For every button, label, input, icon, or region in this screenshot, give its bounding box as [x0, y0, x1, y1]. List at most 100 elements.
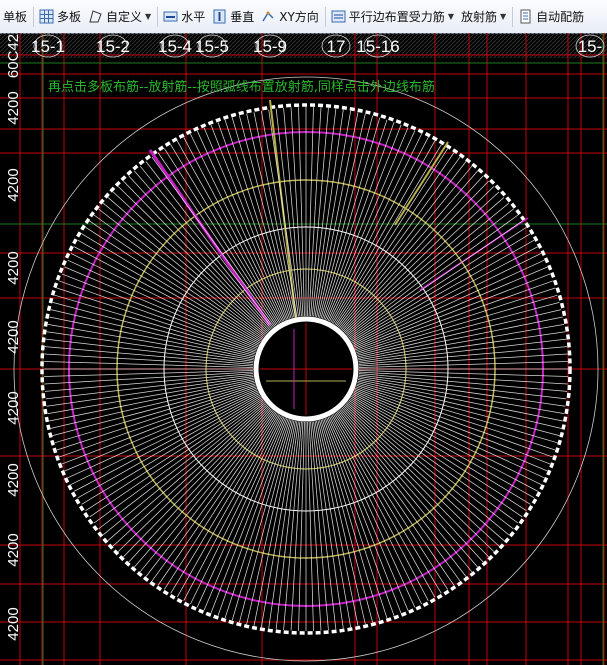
- rebar-ray: [354, 390, 545, 479]
- rebar-ray: [45, 374, 254, 400]
- left-axis-label: 4200: [5, 391, 22, 424]
- left-axis-label: 4200: [5, 463, 22, 496]
- rebar-ray: [275, 108, 301, 317]
- rebar-ray: [67, 259, 258, 348]
- rebar-ray: [54, 383, 256, 444]
- rebar-ray: [327, 417, 416, 608]
- rebar-ray: [311, 421, 337, 630]
- rebar-ray: [358, 338, 567, 364]
- rebar-ray: [331, 414, 436, 598]
- horizontal-icon: [163, 9, 178, 24]
- toolbar-button-2[interactable]: 自定义 ▼: [85, 5, 154, 29]
- rebar-ray: [196, 417, 285, 608]
- rebar-ray: [275, 421, 301, 630]
- rebar-ray: [346, 402, 510, 536]
- top-axis-label: 15-5: [195, 37, 229, 56]
- hatched-strip-shade: [0, 33, 607, 58]
- top-axis-label: 17: [327, 37, 346, 56]
- grid-icon: [39, 9, 54, 24]
- rebar-ray: [357, 379, 563, 422]
- rebar-ray: [351, 239, 535, 344]
- toolbar-button-label: 多板: [57, 10, 82, 24]
- toolbar-button-label: 放射筋: [460, 10, 497, 24]
- drawing-canvas[interactable]: 15-1 15-2 15-4 15-5 15-9 17 15-16 15- 60C42 4200 4…: [0, 33, 607, 665]
- vertical-icon: [212, 9, 227, 24]
- rebar-ray: [327, 130, 416, 321]
- toolbar-button-4[interactable]: 垂直: [209, 5, 257, 29]
- pen-shape-icon: [88, 9, 103, 24]
- toolbar-button-label: 自定义: [106, 10, 143, 24]
- hint-text: 再点击多板布筋--放射筋--按照弧线布置放射筋,同样点击外边线布筋: [48, 80, 435, 95]
- rebar-ray: [67, 390, 258, 479]
- rebar-ray: [339, 409, 473, 573]
- top-axis-label: 15-9: [253, 37, 287, 56]
- rebar-yellow-2: [394, 141, 449, 226]
- top-axis-label: 15-16: [356, 37, 399, 56]
- toolbar-button-label: 水平: [181, 10, 206, 24]
- rebar-ray: [354, 259, 545, 348]
- toolbar-button-label: XY方向: [279, 10, 319, 24]
- chevron-down-icon[interactable]: ▼: [145, 12, 151, 21]
- left-axis-label: 60C42: [5, 34, 22, 78]
- rebar-ray: [346, 202, 510, 336]
- rebar-ray: [49, 316, 255, 359]
- rebar-ray: [331, 140, 436, 324]
- rebar-ray: [54, 294, 256, 355]
- rebar-ray: [349, 220, 523, 340]
- rebar-ray: [49, 379, 255, 422]
- rebar-ray: [316, 420, 359, 626]
- toolbar-button-7[interactable]: 放射筋 ▼: [458, 5, 509, 29]
- top-axis-label: 15-2: [96, 37, 130, 56]
- rebar-ray: [356, 383, 558, 444]
- rebar-ray: [357, 316, 563, 359]
- rebar-ray: [77, 239, 261, 344]
- rebar-ray: [45, 338, 254, 364]
- left-axis-label: 4200: [5, 168, 22, 201]
- rebar-ray: [320, 419, 381, 621]
- top-axis-label: 15-1: [31, 37, 65, 56]
- rebar-ray: [334, 413, 448, 590]
- rebar-ray: [77, 394, 261, 499]
- rebar-ray: [89, 398, 263, 518]
- rebar-ray: [311, 108, 337, 317]
- rebar-ray: [85, 227, 262, 341]
- rebar-ray: [358, 374, 567, 400]
- left-axis-label: 4200: [5, 91, 22, 124]
- xy-direction-icon: [261, 9, 276, 24]
- toolbar-button-8[interactable]: 自动配筋: [515, 5, 587, 29]
- rebar-ray: [89, 220, 263, 340]
- toolbar-button-5[interactable]: XY方向: [258, 5, 322, 29]
- left-axis-label: 4200: [5, 251, 22, 284]
- rebar-ray: [139, 409, 273, 573]
- rebar-ray: [335, 412, 455, 586]
- rebar-ray: [157, 412, 277, 586]
- rebar-ray: [316, 112, 359, 318]
- rebar-ray: [335, 152, 455, 326]
- toolbar-button-1[interactable]: 多板: [36, 5, 84, 29]
- rebar-ray: [196, 130, 285, 321]
- rebar-ray: [102, 202, 266, 336]
- toolbar-button-label: 单板: [3, 10, 28, 24]
- toolbar-separator: [324, 6, 326, 27]
- rebar-ray: [157, 152, 277, 326]
- rebar-ray: [339, 165, 473, 329]
- rebar-ray: [351, 394, 535, 499]
- toolbar-button-label: 平行边布置受力筋: [348, 10, 445, 24]
- toolbar-button-label: 垂直: [230, 10, 255, 24]
- rebar-ray: [164, 413, 278, 590]
- rebar-ray: [320, 117, 381, 319]
- toolbar-button-6[interactable]: 平行边布置受力筋 ▼: [328, 5, 457, 29]
- rebar-ray: [253, 420, 296, 626]
- left-axis-label: 4200: [5, 607, 22, 640]
- toolbar: 单板 多板 自定义 ▼ 水平 垂直 XY方向 平行边布置受力筋 ▼ 放射筋 ▼ 自动配筋: [0, 0, 607, 34]
- toolbar-button-3[interactable]: 水平: [160, 5, 208, 29]
- toolbar-button-0[interactable]: 单板: [0, 5, 30, 29]
- toolbar-separator: [157, 6, 159, 27]
- rebar-ray: [139, 165, 273, 329]
- rebar-ray: [349, 398, 523, 518]
- chevron-down-icon[interactable]: ▼: [500, 12, 506, 21]
- rebar-ray: [176, 414, 281, 598]
- top-axis-label: 15-4: [158, 37, 192, 56]
- chevron-down-icon[interactable]: ▼: [448, 12, 454, 21]
- rebar-ray: [356, 294, 558, 355]
